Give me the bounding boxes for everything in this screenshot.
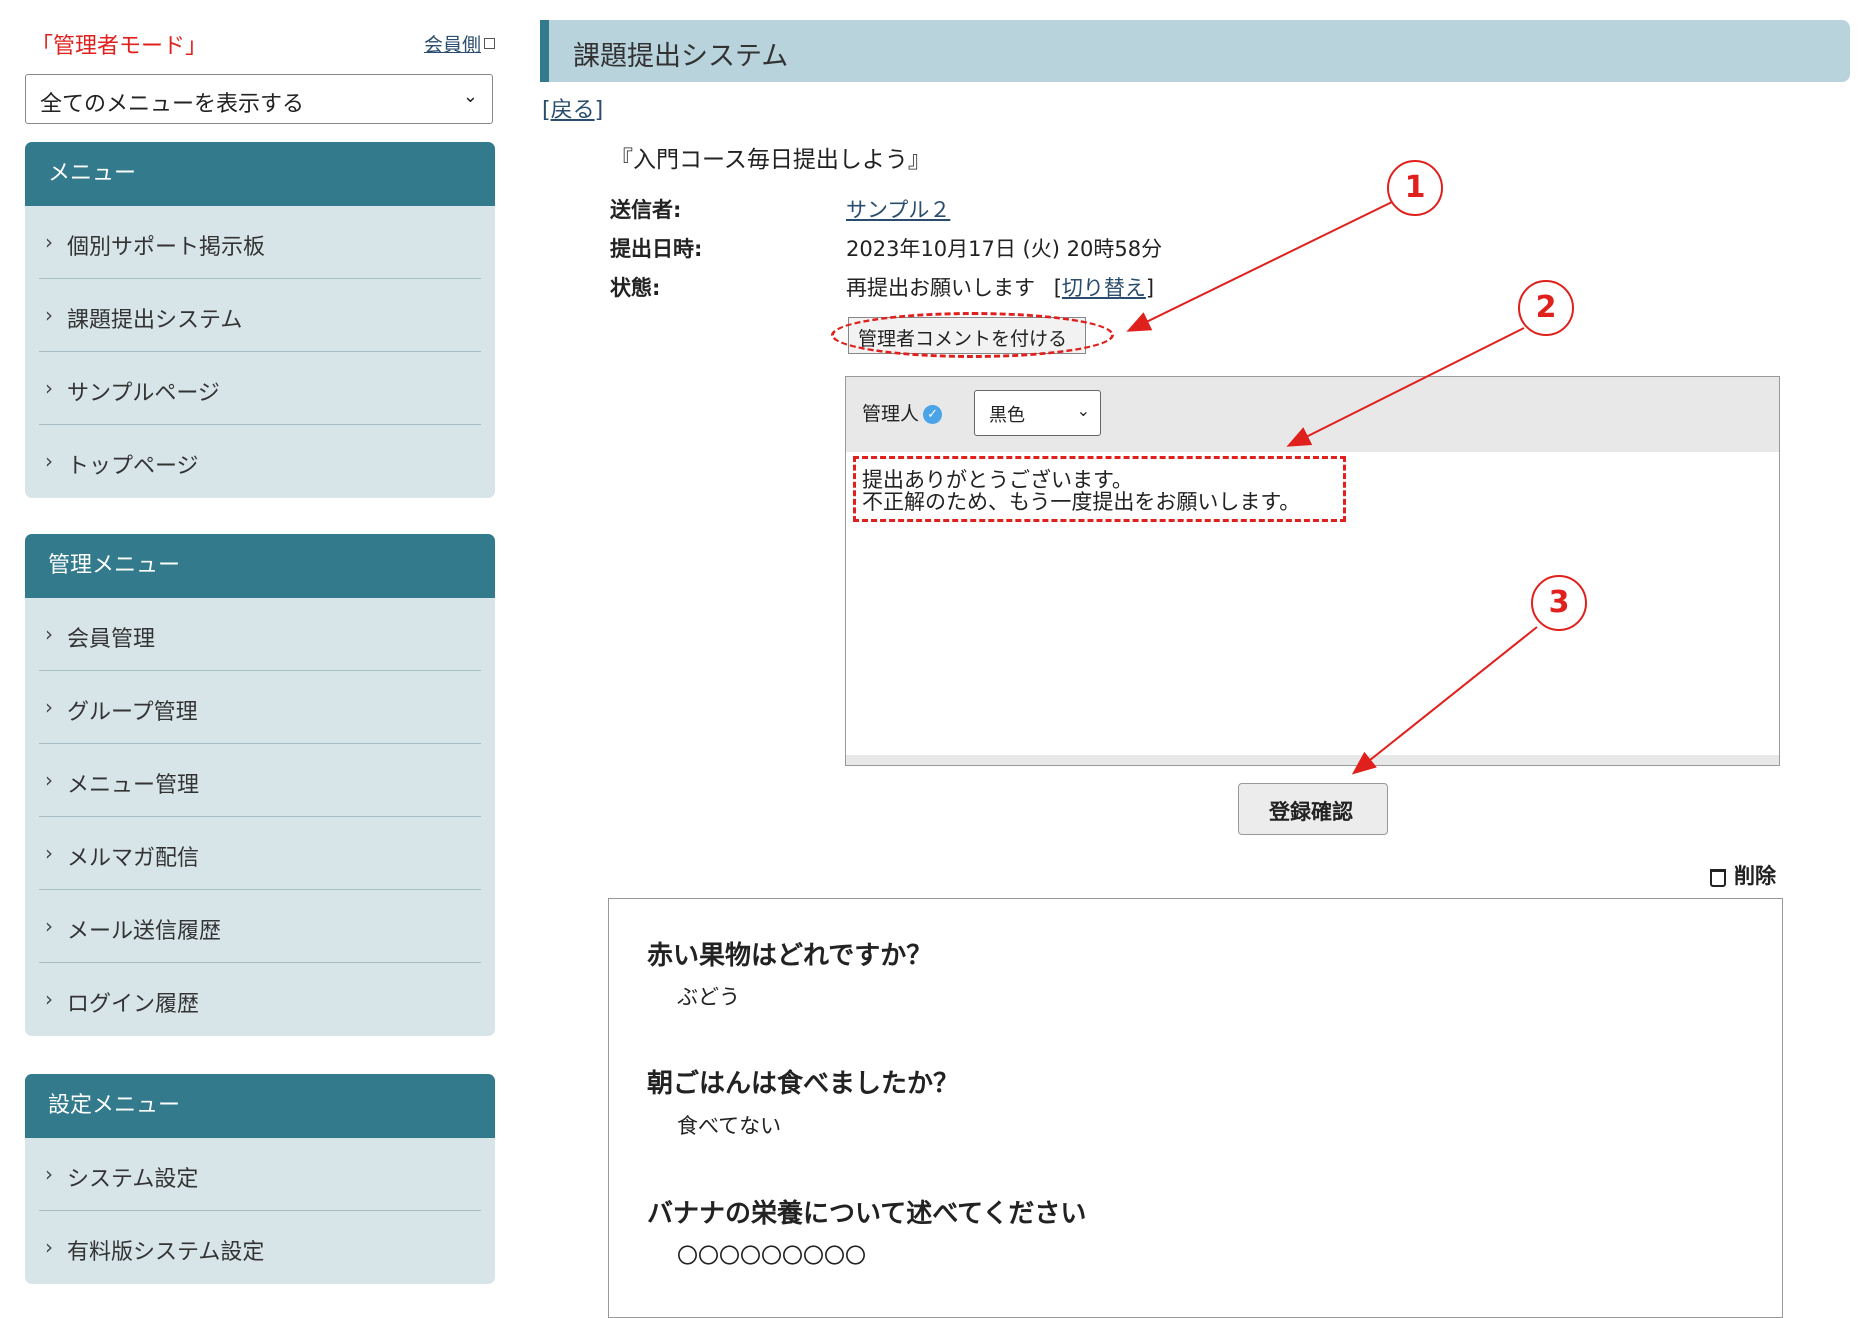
arrow-2 [1286,327,1525,447]
annotation-arrows [1126,201,1538,775]
arrow-1 [1126,201,1393,332]
marker-1: 1 [1387,160,1443,216]
marker-3: 3 [1531,575,1587,631]
arrow-3 [1351,626,1538,775]
marker-2: 2 [1518,280,1574,336]
